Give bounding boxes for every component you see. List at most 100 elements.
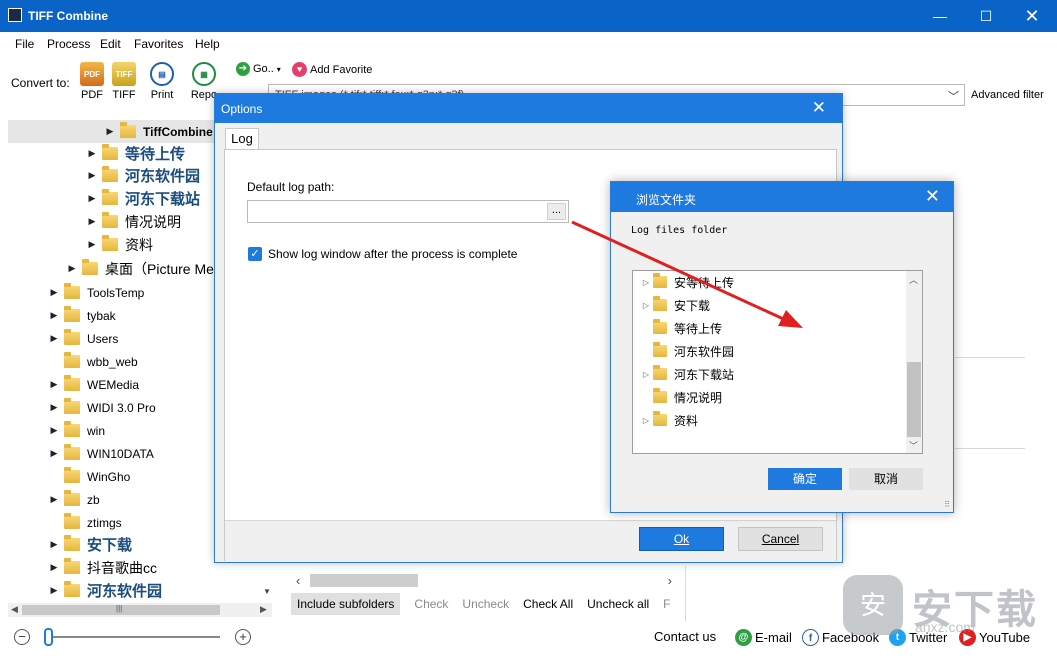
tree-item[interactable]: ▶ WIDI 3.0 Pro <box>48 396 156 419</box>
expand-arrow-icon[interactable]: ▶ <box>48 448 60 459</box>
folder-list-item[interactable]: 情况说明 <box>641 386 722 408</box>
folder-list-item[interactable]: 河东软件园 <box>641 340 734 362</box>
scroll-left-icon[interactable]: ◀ <box>11 604 18 615</box>
expand-arrow-icon[interactable]: ▶ <box>86 239 98 250</box>
checkbox-checked-icon[interactable]: ✓ <box>248 247 262 261</box>
tree-item[interactable]: WinGho <box>48 465 130 488</box>
tree-item[interactable]: ▶ zb <box>48 488 100 511</box>
close-button[interactable]: ✕ <box>1009 0 1055 32</box>
scroll-right-icon[interactable]: ▶ <box>260 604 267 615</box>
resize-grip-icon[interactable]: ⠿ <box>944 500 950 509</box>
expand-arrow-icon[interactable]: ▶ <box>48 585 60 596</box>
tree-item[interactable]: ▶ 桌面（Picture Men <box>66 257 222 280</box>
scrollbar-thumb[interactable] <box>310 574 418 587</box>
folder-list-item[interactable]: ▷ 安下载 <box>641 294 710 316</box>
advanced-filter-link[interactable]: Advanced filter <box>971 89 1044 101</box>
scroll-down-icon[interactable]: ﹀ <box>909 439 918 452</box>
expand-arrow-icon[interactable]: ▶ <box>48 539 60 550</box>
convert-pdf-button[interactable]: PDF PDF <box>76 62 108 101</box>
tree-item[interactable]: ▶ win <box>48 419 105 442</box>
confirm-button[interactable]: 确定 <box>768 468 842 490</box>
check-all-button[interactable]: Check All <box>523 597 573 611</box>
tree-item[interactable]: ▶ WEMedia <box>48 373 139 396</box>
expand-arrow-icon[interactable]: ▶ <box>86 216 98 227</box>
expand-arrow-icon[interactable]: ▷ <box>641 370 651 379</box>
zoom-slider-track[interactable] <box>44 636 220 638</box>
minimize-button[interactable]: — <box>917 0 963 32</box>
contact-us-link[interactable]: Contact us <box>654 629 716 644</box>
expand-arrow-icon[interactable]: ▷ <box>641 416 651 425</box>
show-log-window-label[interactable]: Show log window after the process is com… <box>268 247 517 261</box>
expand-arrow-icon[interactable]: ▶ <box>48 562 60 573</box>
uncheck-all-button[interactable]: Uncheck all <box>587 597 649 611</box>
tree-horizontal-scrollbar[interactable]: ◀ ||| ▶ <box>8 603 272 617</box>
panel-divider[interactable] <box>685 566 686 621</box>
scrollbar-thumb[interactable] <box>907 362 921 437</box>
browse-title-bar[interactable]: 浏览文件夹 ✕ <box>611 182 953 212</box>
add-favorite-button[interactable]: ♥ Add Favorite <box>292 62 372 77</box>
menu-edit[interactable]: Edit <box>100 37 121 51</box>
list-horizontal-scrollbar[interactable]: ‹ › <box>296 573 676 588</box>
zoom-out-button[interactable]: − <box>14 629 30 645</box>
tree-item[interactable]: wbb_web <box>48 350 138 373</box>
expand-arrow-icon[interactable]: ▷ <box>641 278 651 287</box>
menu-file[interactable]: File <box>15 37 34 51</box>
expand-arrow-icon[interactable]: ▶ <box>48 425 60 436</box>
scroll-left-icon[interactable]: ‹ <box>296 573 300 588</box>
expand-arrow-icon[interactable]: ▶ <box>48 287 60 298</box>
folder-list-item[interactable]: ▷ 安等待上传 <box>641 271 734 293</box>
default-log-path-input[interactable] <box>247 200 569 223</box>
tab-log[interactable]: Log <box>225 128 259 150</box>
browse-cancel-button[interactable]: 取消 <box>849 468 923 490</box>
expand-arrow-icon[interactable]: ▶ <box>48 494 60 505</box>
expand-arrow-icon[interactable]: ▶ <box>66 263 78 274</box>
print-button[interactable]: ▤ Print <box>146 62 178 101</box>
include-subfolders-button[interactable]: Include subfolders <box>291 593 401 615</box>
expand-arrow-icon[interactable]: ▶ <box>86 193 98 204</box>
email-link[interactable]: @ E-mail <box>735 629 792 646</box>
folder-list-item[interactable]: 等待上传 <box>641 317 722 339</box>
browse-button[interactable]: ... <box>547 203 566 220</box>
expand-arrow-icon[interactable]: ▶ <box>48 310 60 321</box>
close-icon[interactable]: ✕ <box>925 186 940 207</box>
zoom-in-button[interactable]: + <box>235 629 251 645</box>
expand-arrow-icon[interactable]: ▶ <box>86 148 98 159</box>
check-button[interactable]: Check <box>414 597 448 611</box>
expand-arrow-icon[interactable]: ▶ <box>104 126 116 137</box>
scroll-right-icon[interactable]: › <box>668 573 672 588</box>
tree-item[interactable]: ▶ 抖音歌曲cc <box>48 556 157 579</box>
options-title-bar[interactable]: Options ✕ <box>215 94 842 123</box>
expand-arrow-icon[interactable]: ▶ <box>48 402 60 413</box>
expand-arrow-icon[interactable]: ▶ <box>86 170 98 181</box>
tree-item[interactable]: ▶ 河东下载站 <box>86 187 200 210</box>
menu-process[interactable]: Process <box>47 37 90 51</box>
tree-item[interactable]: ▶ 情况说明 <box>86 210 181 233</box>
tree-item[interactable]: ▶ 河东软件园 <box>48 579 162 602</box>
folder-list-scrollbar[interactable]: ︿ ﹀ <box>906 271 922 453</box>
tree-item[interactable]: ▶ Users <box>48 327 118 350</box>
tree-item[interactable]: ▶ 河东软件园 <box>86 164 200 187</box>
convert-tiff-button[interactable]: TIFF TIFF <box>108 62 140 101</box>
cancel-button[interactable]: Cancel <box>738 527 823 551</box>
uncheck-button[interactable]: Uncheck <box>462 597 509 611</box>
tree-item[interactable]: ▶ ToolsTemp <box>48 281 144 304</box>
folder-list-item[interactable]: ▷ 资料 <box>641 409 698 431</box>
ok-button[interactable]: Ok <box>639 527 724 551</box>
tree-item[interactable]: ztimgs <box>48 511 122 534</box>
scroll-up-icon[interactable]: ︿ <box>909 273 918 286</box>
tree-item[interactable]: ▶ 安下载 <box>48 533 132 556</box>
expand-arrow-icon[interactable]: ▷ <box>641 301 651 310</box>
tree-item[interactable]: ▶ 等待上传 <box>86 142 185 165</box>
tree-item[interactable]: ▶ WIN10DATA <box>48 442 154 465</box>
expand-arrow-icon[interactable]: ▶ <box>48 379 60 390</box>
menu-favorites[interactable]: Favorites <box>134 37 183 51</box>
tree-item[interactable]: ▶ tybak <box>48 304 116 327</box>
folder-list[interactable]: ▷ 安等待上传 ▷ 安下载 等待上传 河东软件园 ▷ 河东下载站 情况说明 ▷ 资料 ︿… <box>632 270 923 454</box>
folder-list-item[interactable]: ▷ 河东下载站 <box>641 363 734 385</box>
tree-scroll-down-icon[interactable]: ▼ <box>263 587 271 596</box>
tree-item[interactable]: ▶ 资料 <box>86 233 153 256</box>
menu-help[interactable]: Help <box>195 37 220 51</box>
more-button[interactable]: F <box>663 597 670 611</box>
maximize-button[interactable]: ☐ <box>963 0 1009 32</box>
goto-button[interactable]: ➔ Go.. ▾ <box>236 62 281 76</box>
